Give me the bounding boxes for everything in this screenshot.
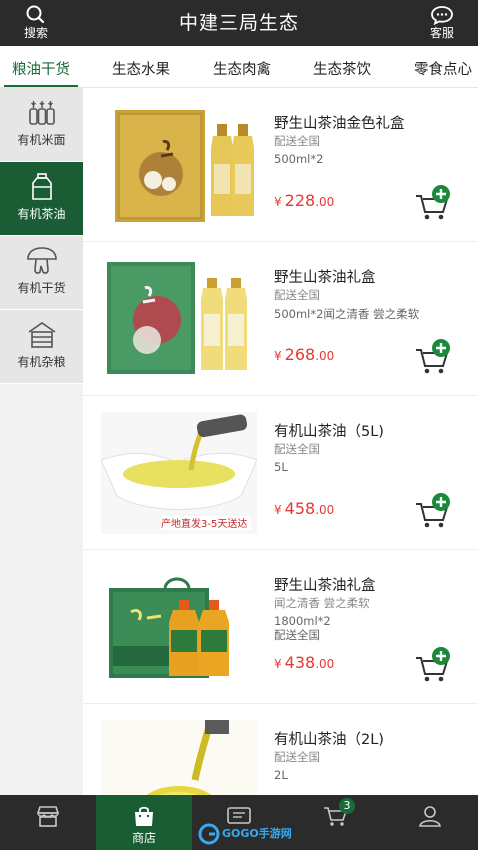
category-tabs: 粮油干货 生态水果 生态肉禽 生态茶饮 零食点心 — [0, 46, 478, 88]
product-card[interactable]: 野生山茶油礼盒 闻之清香 尝之柔软 1800ml*2 配送全国 ¥438.00 — [83, 550, 478, 704]
product-spec: 1800ml*2 — [274, 614, 331, 628]
shop-bag-icon — [135, 806, 153, 826]
product-delivery: 配送全国 — [274, 750, 320, 764]
tab-grain-oil[interactable]: 粮油干货 — [4, 46, 78, 87]
add-to-cart-button[interactable] — [413, 646, 453, 686]
add-to-cart-button[interactable] — [413, 492, 453, 532]
product-name: 有机山茶油（2L) — [274, 732, 384, 748]
product-price: ¥268.00 — [274, 345, 335, 364]
product-card[interactable]: 野生山茶油金色礼盒 配送全国 500ml*2 ¥228.00 — [83, 88, 478, 242]
user-icon — [419, 806, 441, 827]
tab-snacks[interactable]: 零食点心 — [406, 46, 478, 87]
product-spec: 500ml*2 — [274, 152, 324, 166]
product-card[interactable]: 野生山茶油礼盒 配送全国 500ml*2闻之清香 尝之柔软 ¥268.00 — [83, 242, 478, 396]
product-price: ¥458.00 — [274, 499, 335, 518]
product-spec: 5L — [274, 460, 288, 474]
product-spec: 500ml*2闻之清香 尝之柔软 — [274, 307, 420, 321]
product-name: 有机山茶油（5L) — [274, 424, 384, 440]
subcategory-sidebar: 有机米面 有机茶油 有机干货 有机杂粮 — [0, 88, 83, 795]
tab-meat-poultry[interactable]: 生态肉禽 — [205, 46, 279, 87]
product-list: 野生山茶油金色礼盒 配送全国 500ml*2 ¥228.00 野生山茶油礼盒 配… — [83, 88, 478, 795]
message-icon — [227, 807, 251, 824]
product-delivery: 配送全国 — [274, 442, 320, 456]
add-to-cart-button[interactable] — [413, 338, 453, 378]
product-delivery: 配送全国 — [274, 288, 320, 302]
shipping-caption: 产地直发3-5天送达 — [161, 517, 247, 530]
nav-shop[interactable]: 商店 — [96, 795, 192, 850]
product-image — [109, 577, 229, 678]
service-label: 客服 — [429, 26, 454, 40]
add-to-cart-button[interactable] — [413, 184, 453, 224]
product-price: ¥438.00 — [274, 653, 335, 672]
product-image — [101, 720, 257, 795]
product-card[interactable]: 产地直发3-5天送达 有机山茶油（5L) 配送全国 5L ¥458.00 — [83, 396, 478, 550]
nav-home[interactable] — [0, 795, 96, 850]
product-slogan: 闻之清香 尝之柔软 — [274, 596, 370, 610]
watermark-text: GOGO手游网 — [222, 827, 292, 840]
product-name: 野生山茶油礼盒 — [274, 270, 376, 286]
sidebar-item-organic-rice[interactable]: 有机米面 — [0, 88, 83, 162]
rice-flour-icon — [28, 101, 55, 125]
product-name: 野生山茶油金色礼盒 — [274, 116, 405, 132]
product-image — [115, 110, 254, 222]
home-icon — [36, 806, 60, 827]
page-title: 中建三局生态 — [178, 12, 299, 34]
product-image — [107, 262, 247, 374]
sidebar-item-label: 有机杂粮 — [17, 355, 66, 369]
sidebar-item-label: 有机米面 — [17, 133, 66, 147]
tab-fruit[interactable]: 生态水果 — [104, 46, 178, 87]
sidebar-item-label: 有机茶油 — [17, 207, 66, 221]
sidebar-item-organic-oil[interactable]: 有机茶油 — [0, 162, 83, 236]
sidebar-item-organic-dried[interactable]: 有机干货 — [0, 236, 83, 310]
nav-profile[interactable] — [382, 795, 478, 850]
top-header: 搜索 中建三局生态 客服 — [0, 0, 478, 46]
nav-cart[interactable]: 3 — [287, 795, 383, 850]
product-image: 产地直发3-5天送达 — [101, 412, 257, 534]
gogo-logo-icon — [198, 823, 220, 845]
granary-icon — [28, 322, 55, 348]
chat-bubble-icon — [431, 6, 453, 25]
product-delivery: 配送全国 — [274, 134, 320, 148]
product-delivery: 配送全国 — [274, 628, 320, 642]
tab-tea[interactable]: 生态茶饮 — [305, 46, 379, 87]
watermark-logo: GOGO手游网 — [198, 823, 292, 845]
product-name: 野生山茶油礼盒 — [274, 578, 376, 594]
oil-bottle-icon — [31, 173, 52, 200]
product-price: ¥228.00 — [274, 191, 335, 210]
cart-count-badge: 3 — [339, 798, 355, 814]
nav-shop-label: 商店 — [131, 831, 156, 845]
bottom-navigation: 商店 3 — [0, 795, 478, 850]
product-spec: 2L — [274, 768, 288, 782]
sidebar-item-organic-grain[interactable]: 有机杂粮 — [0, 310, 83, 384]
product-card[interactable]: 有机山茶油（2L) 配送全国 2L — [83, 704, 478, 795]
customer-service-button[interactable]: 客服 — [420, 5, 464, 41]
sidebar-item-label: 有机干货 — [17, 281, 66, 295]
mushroom-icon — [26, 247, 57, 274]
